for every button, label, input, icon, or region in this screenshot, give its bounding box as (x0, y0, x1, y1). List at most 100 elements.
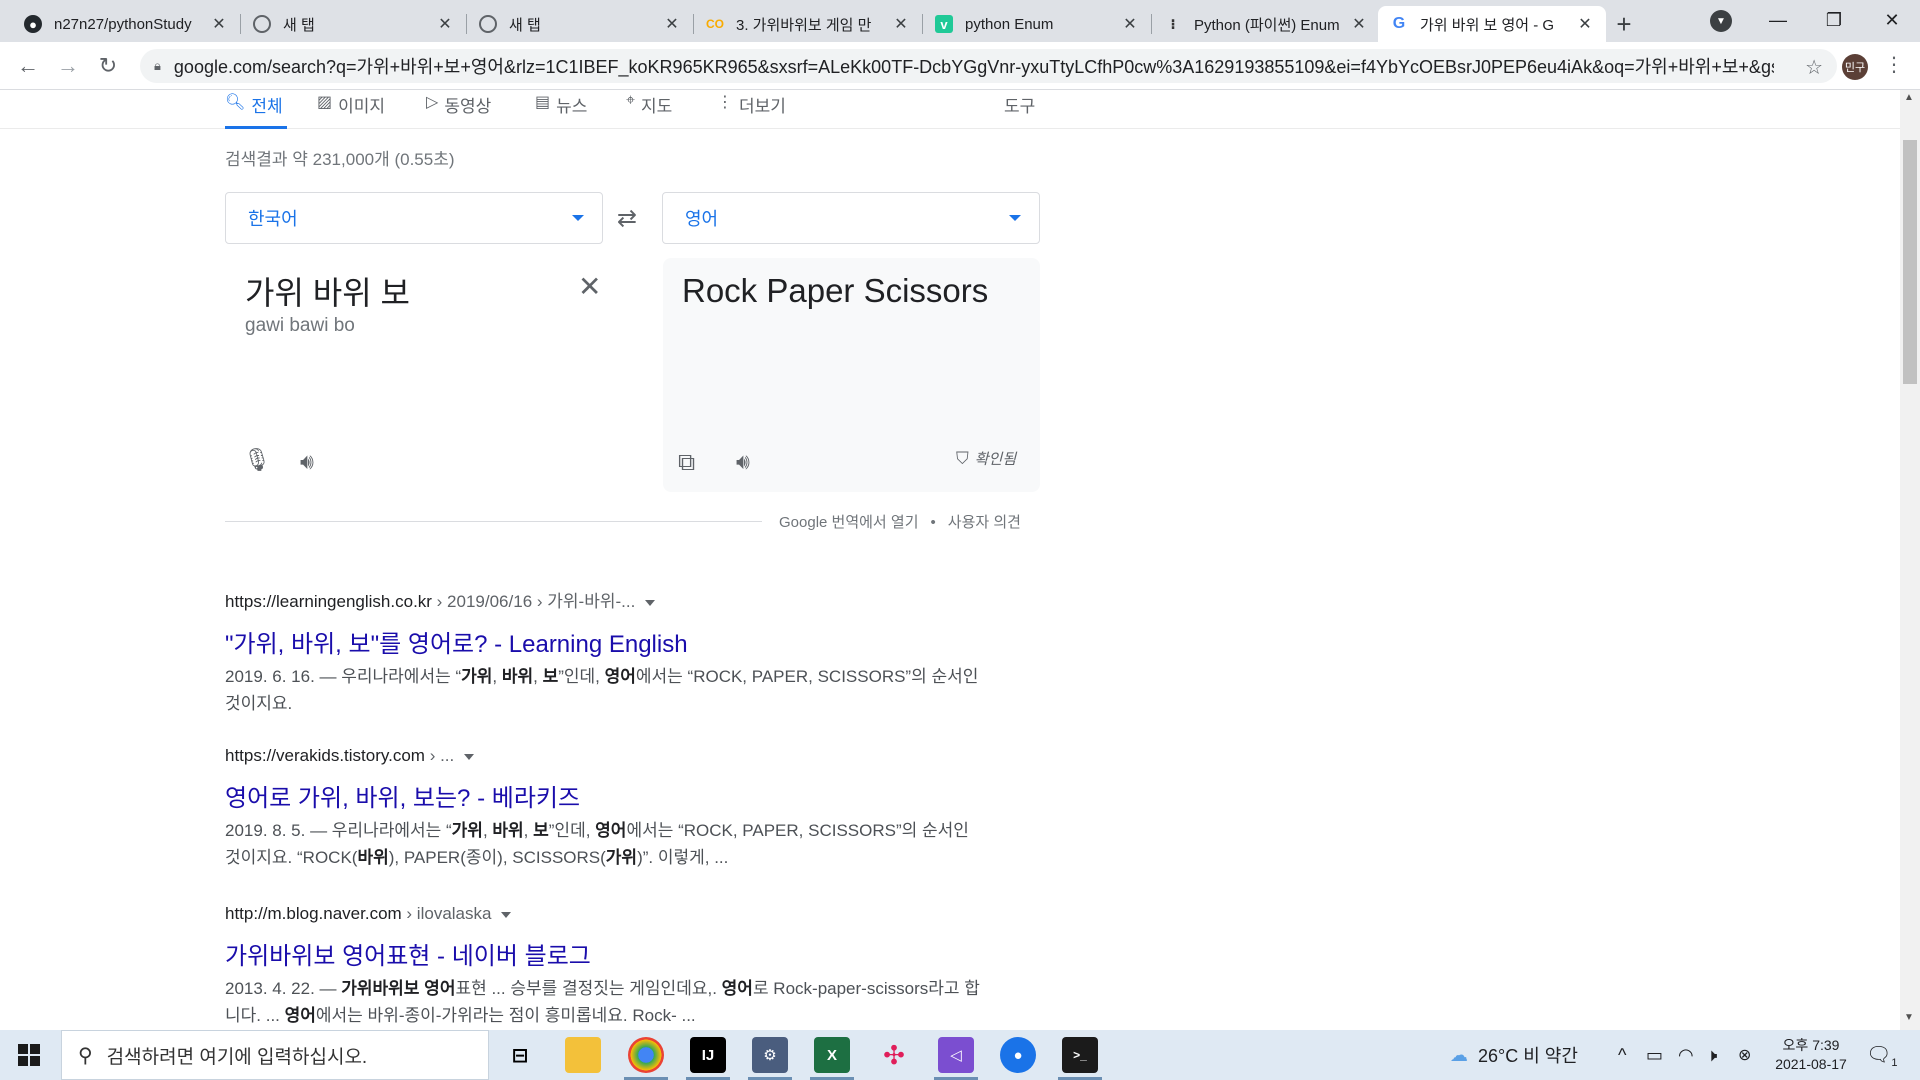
scroll-up-icon[interactable]: ▲ (1904, 92, 1914, 103)
lock-icon[interactable]: 🔒︎ (154, 58, 161, 74)
tray-chevron-icon[interactable]: ^ (1618, 1030, 1626, 1080)
tab-tistory[interactable]: ⁝ Python (파이썬) Enum ✕ (1152, 6, 1380, 42)
window-close-icon[interactable]: ✕ (1864, 0, 1920, 40)
target-language-label: 영어 (685, 209, 719, 229)
battery-icon[interactable]: ▭ (1646, 1030, 1663, 1080)
weather-text: 26°C 비 약간 (1478, 1046, 1578, 1066)
feedback-link[interactable]: 사용자 의견 (948, 514, 1021, 531)
weather-widget[interactable]: ☁ 26°C 비 약간 (1450, 1030, 1578, 1080)
profile-avatar[interactable]: 민구 (1842, 54, 1868, 80)
tab-github[interactable]: ● n27n27/pythonStudy ✕ (12, 6, 240, 42)
result-title-link[interactable]: "가위, 바위, 보"를 영어로? - Learning English (225, 624, 985, 659)
search-nav: 🔍︎ 전체 ▨ 이미지 ▷ 동영상 ▤ 뉴스 ⌖ 지도 ⋮ 더보기 도구 (0, 90, 1900, 129)
swap-languages-icon[interactable]: ⇄ (617, 204, 637, 233)
status-x-icon[interactable]: ⊗ (1738, 1030, 1751, 1080)
result-path: › 2019/06/16 › 가위-바위-... (431, 592, 636, 611)
file-explorer-icon[interactable] (565, 1037, 601, 1073)
start-button[interactable] (0, 1030, 58, 1080)
result-site[interactable]: https://learningenglish.co.kr (225, 592, 432, 611)
speaker-icon[interactable]: 🔊︎ (736, 449, 750, 475)
verified-badge[interactable]: ⛉ 확인됨 (956, 448, 1016, 469)
task-view-icon[interactable]: ⊟ (502, 1037, 538, 1073)
result-cite[interactable]: https://learningenglish.co.kr › 2019/06/… (225, 587, 985, 612)
tab-images[interactable]: ▨ 이미지 (317, 90, 385, 129)
scrollbar-thumb[interactable] (1903, 140, 1917, 384)
slack-icon[interactable]: ✣ (876, 1037, 912, 1073)
divider (225, 521, 762, 522)
close-icon[interactable]: ✕ (436, 15, 454, 33)
close-icon[interactable]: ✕ (1576, 15, 1594, 33)
target-language-select[interactable]: 영어 (662, 192, 1040, 244)
restore-icon[interactable]: ❐ (1806, 0, 1862, 40)
close-icon[interactable]: ✕ (1121, 15, 1139, 33)
result-cite[interactable]: https://verakids.tistory.com › ... (225, 746, 985, 766)
tab-images-label: 이미지 (338, 97, 386, 116)
result-snippet: 2019. 6. 16. — 우리나라에서는 “가위, 바위, 보”인데, 영어… (225, 667, 979, 713)
intellij-icon[interactable]: IJ (690, 1037, 726, 1073)
address-bar[interactable]: 🔒︎ google.com/search?q=가위+바위+보+영어&rlz=1C… (140, 49, 1837, 83)
browser-toolbar: ← → ↻ 🔒︎ google.com/search?q=가위+바위+보+영어&… (0, 42, 1920, 90)
notification-center-icon[interactable]: 🗨︎1 (1866, 1042, 1898, 1069)
tools-button[interactable]: 도구 (1004, 90, 1035, 129)
result-menu-caret-icon[interactable] (464, 753, 475, 760)
tab-maps[interactable]: ⌖ 지도 (626, 90, 672, 129)
chrome-icon[interactable] (628, 1037, 664, 1073)
close-icon[interactable]: ✕ (892, 15, 910, 33)
forward-icon[interactable]: → (52, 50, 84, 82)
shield-check-icon: ⛉ (956, 448, 969, 468)
result-title-link[interactable]: 영어로 가위, 바위, 보는? - 베라키즈 (225, 778, 985, 813)
translated-text: Rock Paper Scissors (682, 272, 989, 309)
close-icon[interactable]: ✕ (663, 15, 681, 33)
terminal-icon[interactable]: >_ (1062, 1037, 1098, 1073)
translate-footer: Google 번역에서 열기 • 사용자 의견 (779, 511, 1021, 532)
source-text[interactable]: 가위 바위 보 (245, 268, 410, 314)
tab-videos[interactable]: ▷ 동영상 (426, 90, 491, 129)
tab-more[interactable]: ⋮ 더보기 (717, 90, 786, 129)
result-menu-caret-icon[interactable] (645, 599, 656, 606)
url-text[interactable]: google.com/search?q=가위+바위+보+영어&rlz=1C1IB… (174, 53, 1774, 79)
wifi-icon[interactable]: ◠ (1678, 1030, 1694, 1080)
clear-icon[interactable]: ✕ (578, 270, 601, 303)
clock[interactable]: 오후 7:39 2021-08-17 (1766, 1036, 1856, 1074)
result-path: › ilovalaska (401, 904, 492, 923)
tab-velog[interactable]: v python Enum ✕ (923, 6, 1151, 42)
tab-new-1[interactable]: 새 탭 ✕ (241, 6, 466, 42)
clock-date: 2021-08-17 (1775, 1056, 1847, 1072)
colab-icon: CO (706, 17, 724, 31)
copy-icon[interactable]: ⧉ (678, 449, 695, 477)
source-language-select[interactable]: 한국어 (225, 192, 603, 244)
close-icon[interactable]: ✕ (1350, 15, 1368, 33)
result-site[interactable]: https://verakids.tistory.com (225, 746, 425, 765)
new-tab-button[interactable]: + (1608, 8, 1640, 40)
result-title-link[interactable]: 가위바위보 영어표현 - 네이버 블로그 (225, 936, 985, 971)
maps-icon[interactable]: ● (1000, 1037, 1036, 1073)
result-cite[interactable]: http://m.blog.naver.com › ilovalaska (225, 904, 985, 924)
taskbar-search[interactable]: ⚲ 검색하려면 여기에 입력하십시오. (61, 1030, 489, 1080)
volume-muted-icon[interactable]: 🕨︎ (1706, 1030, 1717, 1080)
tab-google-active[interactable]: G 가위 바위 보 영어 - G ✕ (1378, 6, 1606, 42)
tab-colab[interactable]: CO 3. 가위바위보 게임 만 ✕ (694, 6, 922, 42)
bookmark-star-icon[interactable]: ☆ (1805, 55, 1823, 80)
reload-icon[interactable]: ↻ (92, 50, 124, 82)
visual-studio-icon[interactable]: ◁ (938, 1037, 974, 1073)
result-menu-caret-icon[interactable] (501, 911, 512, 918)
excel-icon[interactable]: X (814, 1037, 850, 1073)
close-icon[interactable]: ✕ (210, 15, 228, 33)
back-icon[interactable]: ← (12, 50, 44, 82)
tab-news[interactable]: ▤ 뉴스 (535, 90, 587, 129)
result-site[interactable]: http://m.blog.naver.com (225, 904, 402, 923)
search-result: http://m.blog.naver.com › ilovalaska 가위바… (225, 904, 985, 1029)
taskbar-search-placeholder: 검색하려면 여기에 입력하십시오. (106, 1046, 368, 1068)
menu-dots-icon[interactable]: ⋮ (1884, 52, 1904, 77)
minimize-icon[interactable]: — (1750, 0, 1806, 40)
microphone-icon[interactable]: 🎙︎ (243, 447, 271, 473)
tab-all[interactable]: 🔍︎ 전체 (225, 90, 287, 129)
scroll-down-icon[interactable]: ▼ (1904, 1012, 1914, 1023)
open-in-translate-link[interactable]: Google 번역에서 열기 (779, 514, 919, 531)
tools-label: 도구 (1004, 97, 1036, 116)
speaker-icon[interactable]: 🔊︎ (300, 449, 314, 475)
tab-search-icon[interactable]: ▼ (1710, 10, 1732, 32)
tab-new-2[interactable]: 새 탭 ✕ (467, 6, 693, 42)
result-path: › ... (424, 746, 455, 765)
tool-icon[interactable]: ⚙ (752, 1037, 788, 1073)
